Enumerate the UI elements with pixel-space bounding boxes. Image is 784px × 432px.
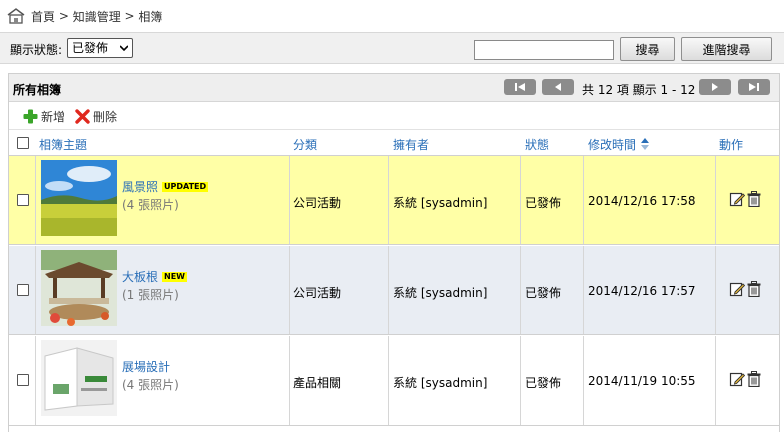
plus-icon: [23, 109, 38, 124]
chevron-down-icon: [120, 45, 128, 52]
breadcrumb-separator: >: [120, 9, 139, 23]
prev-page-icon: [555, 83, 561, 91]
modified-cell: 2014/11/19 10:55: [588, 374, 696, 388]
breadcrumb-section[interactable]: 知識管理: [73, 8, 121, 25]
edit-icon[interactable]: [729, 371, 745, 387]
status-cell: 已發佈: [525, 196, 562, 210]
row-checkbox[interactable]: [17, 194, 29, 206]
album-title-link[interactable]: 大板根 NEW: [122, 268, 187, 285]
breadcrumb-separator: >: [55, 9, 73, 23]
search-button[interactable]: 搜尋: [620, 37, 675, 61]
category-cell: 公司活動: [293, 286, 342, 300]
delete-button[interactable]: 刪除: [75, 108, 117, 125]
breadcrumb: 首頁 > 知識管理 > 相簿: [6, 6, 162, 26]
modified-cell: 2014/12/16 17:58: [588, 194, 696, 208]
breadcrumb-home[interactable]: 首頁: [31, 8, 55, 25]
select-all-checkbox[interactable]: [17, 137, 29, 149]
album-title-link[interactable]: 風景照 UPDATED: [122, 178, 209, 195]
status-cell: 已發佈: [525, 286, 562, 300]
edit-icon[interactable]: [729, 191, 745, 207]
row-checkbox[interactable]: [17, 284, 29, 296]
new-badge: NEW: [162, 271, 187, 282]
filter-bar: 顯示狀態: 已發佈 搜尋 進階搜尋: [0, 32, 784, 64]
edit-icon[interactable]: [729, 281, 745, 297]
first-page-button[interactable]: [504, 79, 536, 95]
trash-icon[interactable]: [747, 281, 761, 297]
album-title-link[interactable]: 展場設計: [122, 358, 170, 375]
header-subject[interactable]: 相簿主題: [39, 136, 87, 153]
search-input[interactable]: [474, 40, 614, 60]
trash-icon[interactable]: [747, 371, 761, 387]
sort-arrow-icon[interactable]: [641, 138, 649, 150]
header-modified[interactable]: 修改時間: [588, 136, 636, 153]
last-page-icon: [749, 83, 759, 91]
panel-header: 所有相簿 共 12 項 顯示 1 - 12: [9, 74, 779, 102]
header-status[interactable]: 狀態: [525, 136, 549, 153]
breadcrumb-current: 相簿: [138, 9, 163, 24]
add-button[interactable]: 新增: [23, 108, 65, 125]
album-title[interactable]: 展場設計: [122, 358, 170, 375]
status-cell: 已發佈: [525, 376, 562, 390]
category-cell: 公司活動: [293, 196, 342, 210]
album-title[interactable]: 大板根: [122, 268, 158, 285]
header-category[interactable]: 分類: [293, 136, 317, 153]
first-page-icon: [515, 83, 525, 91]
table-row: 風景照 UPDATED (4 張照片) 公司活動 系統 [sysadmin] 已…: [9, 156, 779, 245]
pagination-info: 共 12 項 顯示 1 - 12: [582, 83, 696, 97]
status-filter-value: 已發佈: [72, 41, 109, 55]
album-thumbnail[interactable]: [41, 250, 117, 326]
table-row: 大板根 NEW (1 張照片) 公司活動 系統 [sysadmin] 已發佈 2…: [9, 246, 779, 335]
add-label: 新增: [41, 110, 66, 124]
prev-page-button[interactable]: [542, 79, 574, 95]
advanced-search-button[interactable]: 進階搜尋: [681, 37, 772, 61]
header-owner[interactable]: 擁有者: [393, 136, 429, 153]
photo-count: (1 張照片): [122, 288, 179, 302]
modified-cell: 2014/12/16 17:57: [588, 284, 696, 298]
album-thumbnail[interactable]: [41, 160, 117, 236]
album-thumbnail[interactable]: [41, 340, 117, 416]
table-row: 展場設計 (4 張照片) 產品相關 系統 [sysadmin] 已發佈 2014…: [9, 336, 779, 426]
photo-count: (4 張照片): [122, 198, 179, 212]
trash-icon[interactable]: [747, 191, 761, 207]
delete-x-icon: [75, 109, 90, 124]
row-checkbox[interactable]: [17, 374, 29, 386]
next-page-button[interactable]: [699, 79, 731, 95]
photo-count: (4 張照片): [122, 378, 179, 392]
last-page-button[interactable]: [738, 79, 770, 95]
updated-badge: UPDATED: [162, 181, 209, 192]
table-header: 相簿主題 分類 擁有者 狀態 修改時間 動作: [9, 130, 779, 156]
next-page-icon: [712, 83, 718, 91]
category-cell: 產品相關: [293, 376, 342, 390]
status-filter-label: 顯示狀態:: [10, 43, 63, 57]
toolbar: 新增 刪除: [9, 102, 779, 130]
status-filter-select[interactable]: 已發佈: [67, 38, 133, 58]
panel-title: 所有相簿: [13, 83, 62, 97]
owner-cell: 系統 [sysadmin]: [393, 196, 488, 210]
owner-cell: 系統 [sysadmin]: [393, 286, 488, 300]
album-title[interactable]: 風景照: [122, 178, 158, 195]
header-actions: 動作: [719, 138, 744, 152]
delete-label: 刪除: [93, 110, 118, 124]
home-icon[interactable]: [6, 7, 26, 25]
album-panel: 所有相簿 共 12 項 顯示 1 - 12 新增 刪除 相簿主題 分類 擁有者 …: [8, 73, 780, 432]
owner-cell: 系統 [sysadmin]: [393, 376, 488, 390]
